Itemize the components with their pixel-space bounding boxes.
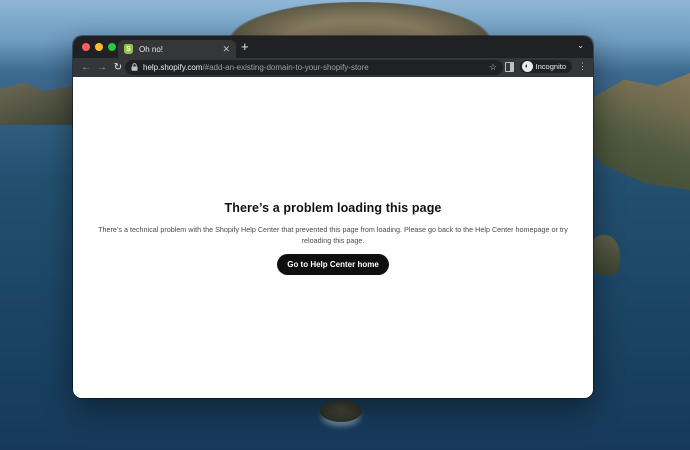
wallpaper-cliff-left bbox=[0, 82, 80, 125]
back-arrow-icon[interactable]: ← bbox=[78, 62, 94, 73]
wallpaper-rock bbox=[590, 235, 620, 275]
error-heading: There’s a problem loading this page bbox=[224, 201, 442, 215]
browser-window: S Oh no! ✕ + ⌄ ← → ↻ help.shopify.com/#a… bbox=[73, 36, 593, 398]
close-window-button[interactable] bbox=[82, 43, 90, 51]
new-tab-button[interactable]: + bbox=[241, 39, 249, 55]
kebab-menu-icon[interactable]: ⋮ bbox=[578, 61, 587, 72]
zoom-window-button[interactable] bbox=[108, 43, 116, 51]
address-bar[interactable]: help.shopify.com/#add-an-existing-domain… bbox=[125, 60, 503, 75]
url-text: help.shopify.com/#add-an-existing-domain… bbox=[143, 63, 489, 72]
tab-active[interactable]: S Oh no! ✕ bbox=[118, 40, 236, 58]
toolbar-right: ◐ Incognito ⋮ bbox=[504, 60, 587, 73]
url-host: help.shopify.com bbox=[143, 63, 203, 72]
bookmark-star-icon[interactable]: ☆ bbox=[489, 62, 497, 73]
incognito-icon: ◐ bbox=[521, 61, 533, 72]
page-content: There’s a problem loading this page Ther… bbox=[73, 77, 593, 398]
side-panel-icon[interactable] bbox=[504, 61, 514, 72]
tab-bar: S Oh no! ✕ + ⌄ bbox=[73, 36, 593, 58]
help-center-home-button[interactable]: Go to Help Center home bbox=[277, 254, 389, 275]
wallpaper-rock-bottom bbox=[320, 400, 362, 422]
window-controls bbox=[82, 43, 116, 51]
incognito-label: Incognito bbox=[535, 62, 566, 71]
error-message: There’s a technical problem with the Sho… bbox=[98, 225, 568, 245]
browser-toolbar: ← → ↻ help.shopify.com/#add-an-existing-… bbox=[73, 58, 593, 77]
shopify-favicon-icon: S bbox=[124, 44, 133, 54]
url-path: /#add-an-existing-domain-to-your-shopify… bbox=[202, 63, 369, 72]
tab-search-chevron-icon[interactable]: ⌄ bbox=[577, 41, 584, 50]
minimize-window-button[interactable] bbox=[95, 43, 103, 51]
wallpaper-cliff-right bbox=[580, 73, 690, 190]
incognito-badge[interactable]: ◐ Incognito bbox=[519, 60, 572, 73]
lock-icon bbox=[131, 62, 138, 73]
tab-close-icon[interactable]: ✕ bbox=[222, 44, 230, 54]
forward-arrow-icon[interactable]: → bbox=[94, 62, 110, 73]
tab-title: Oh no! bbox=[139, 44, 164, 54]
reload-icon[interactable]: ↻ bbox=[110, 62, 126, 73]
